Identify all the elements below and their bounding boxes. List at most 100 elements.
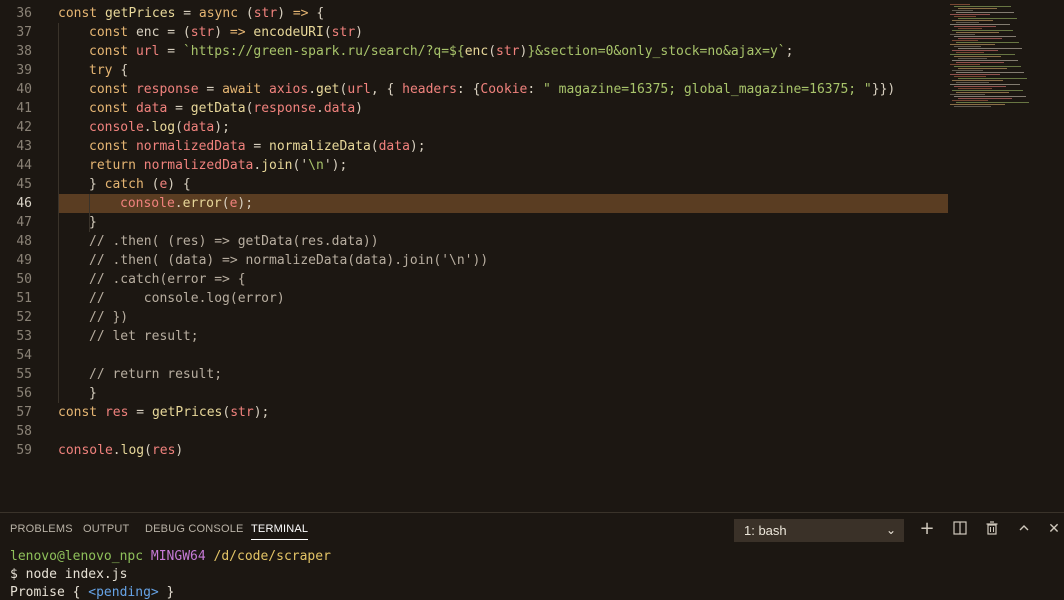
minimap-line — [952, 20, 993, 21]
code-token: } — [89, 177, 105, 192]
code-line[interactable]: // console.log(error) — [89, 289, 285, 308]
code-token: ); — [214, 120, 230, 135]
code-token: console — [120, 196, 175, 211]
minimap-line — [958, 28, 982, 29]
code-line[interactable]: // .catch(error => { — [89, 270, 246, 289]
line-number: 58 — [16, 424, 32, 439]
tab-debug-console[interactable]: DEBUG CONSOLE — [145, 523, 244, 535]
code-token: ); — [253, 405, 270, 420]
code-line[interactable]: const url = `https://green-spark.ru/sear… — [89, 42, 793, 61]
line-number-gutter: 36 37 38 39 40 41 42 43 44 45 46 47 48 49 50 51 52 53 54 55… — [0, 0, 50, 512]
terminal-select-dropdown[interactable]: 1: bash ⌄ — [734, 519, 904, 542]
code-token: = — [159, 44, 183, 59]
code-token: \n — [308, 158, 324, 173]
line-number: 48 — [16, 234, 32, 249]
code-line[interactable]: console.error(e); — [120, 194, 253, 213]
code-line[interactable]: } — [89, 384, 97, 403]
code-token: response — [253, 101, 317, 116]
minimap-line — [958, 38, 1002, 39]
code-token: // }) — [89, 310, 129, 325]
code-token: data — [378, 139, 410, 154]
code-line[interactable]: try { — [89, 61, 128, 80]
code-token: str — [253, 6, 278, 21]
code-line[interactable]: const normalizedData = normalizeData(dat… — [89, 137, 426, 156]
code-token: : — [527, 82, 544, 97]
code-line[interactable]: } catch (e) { — [89, 175, 191, 194]
code-line[interactable]: console.log(res) — [58, 441, 183, 460]
code-token: log — [120, 443, 145, 458]
split-terminal-icon[interactable] — [952, 521, 968, 537]
code-token: enc — [464, 44, 489, 59]
chevron-down-icon: ⌄ — [885, 523, 896, 537]
code-token: " magazine=16375; global_magazine=16375;… — [543, 82, 872, 97]
code-line[interactable]: const getPrices = async (str) => { — [58, 4, 324, 23]
code-token: data — [323, 101, 356, 116]
minimap-line — [950, 44, 995, 45]
trash-icon[interactable] — [984, 521, 1000, 537]
line-number: 40 — [16, 82, 32, 97]
tab-output[interactable]: OUTPUT — [83, 523, 129, 535]
minimap-line — [952, 40, 978, 41]
code-line[interactable]: // }) — [89, 308, 128, 327]
code-line[interactable]: const response = await axios.get(url, { … — [89, 80, 895, 99]
maximize-panel-icon[interactable] — [1016, 521, 1032, 537]
code-token: `https://green-spark.ru/search/?q=${ — [182, 44, 465, 59]
line-number: 57 — [16, 405, 32, 420]
code-token: join — [261, 158, 293, 173]
minimap-line — [958, 78, 1027, 79]
code-token: url — [135, 44, 160, 59]
code-line[interactable]: // .then( (data) => normalizeData(data).… — [89, 251, 488, 270]
code-token: enc = ( — [135, 25, 191, 40]
minimap[interactable] — [950, 0, 1050, 130]
code-token: normalizeData — [269, 139, 371, 154]
code-token: , { — [370, 82, 403, 97]
line-number: 47 — [16, 215, 32, 230]
minimap-line — [956, 42, 1019, 43]
add-terminal-icon[interactable]: + — [919, 520, 935, 538]
code-token: axios — [269, 82, 309, 97]
code-token: { — [120, 63, 129, 78]
code-area[interactable]: const getPrices = async (str) => {const … — [58, 0, 948, 512]
minimap-line — [954, 66, 1021, 67]
line-number: 42 — [16, 120, 32, 135]
terminal-output-suffix: } — [158, 585, 175, 600]
code-token: . — [143, 120, 152, 135]
minimap-line — [952, 70, 983, 71]
code-token: ( — [245, 6, 254, 21]
code-line[interactable]: // let result; — [89, 327, 199, 346]
tab-terminal[interactable]: TERMINAL — [251, 523, 309, 540]
code-token: Cookie — [480, 82, 528, 97]
code-token: const — [58, 6, 105, 21]
code-token: try — [89, 63, 121, 78]
line-number: 51 — [16, 291, 32, 306]
code-line[interactable]: // return result; — [89, 365, 222, 384]
code-line[interactable]: const data = getData(response.data) — [89, 99, 363, 118]
minimap-line — [954, 56, 1001, 57]
code-line[interactable]: // .then( (res) => getData(res.data)) — [89, 232, 379, 251]
minimap-line — [954, 36, 1016, 37]
code-line[interactable]: const enc = (str) => encodeURI(str) — [89, 23, 363, 42]
minimap-line — [952, 60, 1018, 61]
minimap-line — [952, 90, 1023, 91]
code-token: => — [292, 6, 317, 21]
code-line[interactable]: const res = getPrices(str); — [58, 403, 269, 422]
minimap-line — [952, 100, 988, 101]
line-number: 54 — [16, 348, 32, 363]
terminal-path: /d/code/scraper — [213, 549, 331, 564]
close-panel-icon[interactable]: ✕ — [1046, 521, 1062, 537]
code-line[interactable]: return normalizedData.join('\n'); — [89, 156, 347, 175]
code-token: headers — [402, 82, 457, 97]
code-token: ) { — [167, 177, 191, 192]
code-token: str — [230, 405, 254, 420]
code-editor[interactable]: 36 37 38 39 40 41 42 43 44 45 46 47 48 49 50 51 52 53 54 55… — [0, 0, 1064, 512]
code-token: ( — [144, 443, 152, 458]
code-token: getData — [190, 101, 246, 116]
code-token: log — [151, 120, 176, 135]
code-token: const — [89, 44, 136, 59]
tab-problems[interactable]: PROBLEMS — [10, 523, 73, 535]
vertical-scrollbar[interactable] — [1054, 0, 1064, 512]
minimap-line — [950, 34, 975, 35]
line-number: 41 — [16, 101, 32, 116]
code-line[interactable]: } — [89, 213, 97, 232]
code-line[interactable]: console.log(data); — [89, 118, 230, 137]
